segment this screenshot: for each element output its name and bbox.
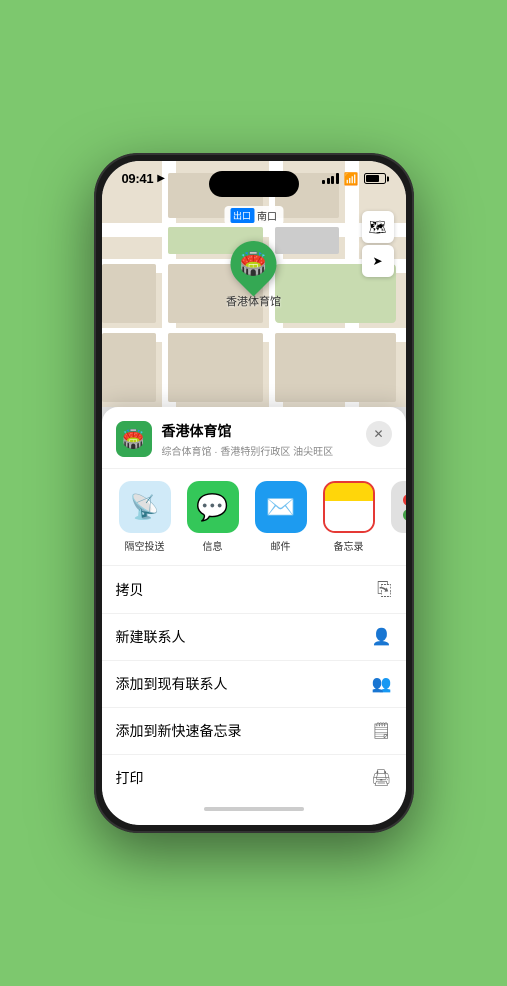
new-contact-icon: 👤: [372, 627, 392, 647]
home-bar: [204, 807, 304, 811]
map-controls: 🗺 ➤: [362, 211, 394, 277]
airdrop-icon: 📡: [119, 481, 171, 533]
action-row-new-contact[interactable]: 新建联系人 👤: [102, 614, 406, 661]
new-contact-label: 新建联系人: [116, 627, 186, 647]
phone-screen: 09:41 ▶ 📶: [102, 161, 406, 825]
share-item-notes[interactable]: 备忘录: [320, 481, 378, 553]
location-label: 出口 南口: [224, 206, 283, 225]
messages-label: 信息: [203, 538, 223, 553]
home-indicator: [102, 801, 406, 815]
label-prefix: 出口: [230, 208, 254, 223]
action-row-add-contact[interactable]: 添加到现有联系人 👥: [102, 661, 406, 708]
location-icon: ➤: [372, 254, 382, 268]
action-row-copy[interactable]: 拷贝 ⎘: [102, 566, 406, 614]
close-icon: ✕: [373, 427, 383, 441]
location-button[interactable]: ➤: [362, 245, 394, 277]
status-icons: 📶: [322, 172, 385, 186]
copy-icon: ⎘: [377, 579, 391, 600]
pin-emoji: 🏟️: [240, 251, 267, 277]
action-row-print[interactable]: 打印 🖨: [102, 755, 406, 801]
action-row-quick-note[interactable]: 添加到新快速备忘录 🗒: [102, 708, 406, 755]
add-contact-label: 添加到现有联系人: [116, 674, 228, 694]
venue-description: 综合体育馆 · 香港特别行政区 油尖旺区: [162, 443, 356, 458]
pin-circle: 🏟️: [221, 231, 286, 296]
bottom-sheet: 🏟️ 香港体育馆 综合体育馆 · 香港特别行政区 油尖旺区 ✕ 📡 隔空投送: [102, 407, 406, 825]
messages-icon: 💬: [187, 481, 239, 533]
dynamic-island: [209, 171, 299, 197]
phone-frame: 09:41 ▶ 📶: [94, 153, 414, 833]
add-contact-icon: 👥: [372, 674, 392, 694]
battery-icon: [364, 173, 386, 184]
venue-info: 香港体育馆 综合体育馆 · 香港特别行政区 油尖旺区: [162, 421, 356, 458]
sheet-header: 🏟️ 香港体育馆 综合体育馆 · 香港特别行政区 油尖旺区 ✕: [102, 407, 406, 469]
share-row: 📡 隔空投送 💬 信息 ✉️ 邮件: [102, 469, 406, 566]
wifi-icon: 📶: [344, 172, 359, 186]
quick-note-label: 添加到新快速备忘录: [116, 721, 242, 741]
share-item-more[interactable]: 推: [388, 481, 406, 553]
notes-label: 备忘录: [334, 538, 364, 553]
venue-icon: 🏟️: [116, 421, 152, 457]
mail-icon: ✉️: [255, 481, 307, 533]
share-item-airdrop[interactable]: 📡 隔空投送: [116, 481, 174, 553]
label-text: 南口: [257, 208, 277, 223]
print-label: 打印: [116, 768, 144, 788]
notes-icon: [323, 481, 375, 533]
mail-label: 邮件: [271, 538, 291, 553]
map-type-icon: 🗺: [369, 219, 387, 236]
map-area[interactable]: 出口 南口 🏟️ 香港体育馆 🗺 ➤: [102, 161, 406, 407]
copy-label: 拷贝: [116, 580, 144, 600]
print-icon: 🖨: [371, 768, 391, 788]
quick-note-icon: 🗒: [371, 721, 391, 741]
venue-name: 香港体育馆: [162, 421, 356, 441]
share-item-mail[interactable]: ✉️ 邮件: [252, 481, 310, 553]
status-time: 09:41: [122, 171, 154, 186]
airdrop-label: 隔空投送: [125, 538, 165, 553]
navigation-icon: ▶: [157, 173, 165, 184]
more-icon: [391, 481, 406, 533]
map-type-button[interactable]: 🗺: [362, 211, 394, 243]
stadium-pin: 🏟️ 香港体育馆: [226, 241, 281, 309]
signal-bars-icon: [322, 173, 339, 184]
share-item-messages[interactable]: 💬 信息: [184, 481, 242, 553]
close-button[interactable]: ✕: [366, 421, 392, 447]
